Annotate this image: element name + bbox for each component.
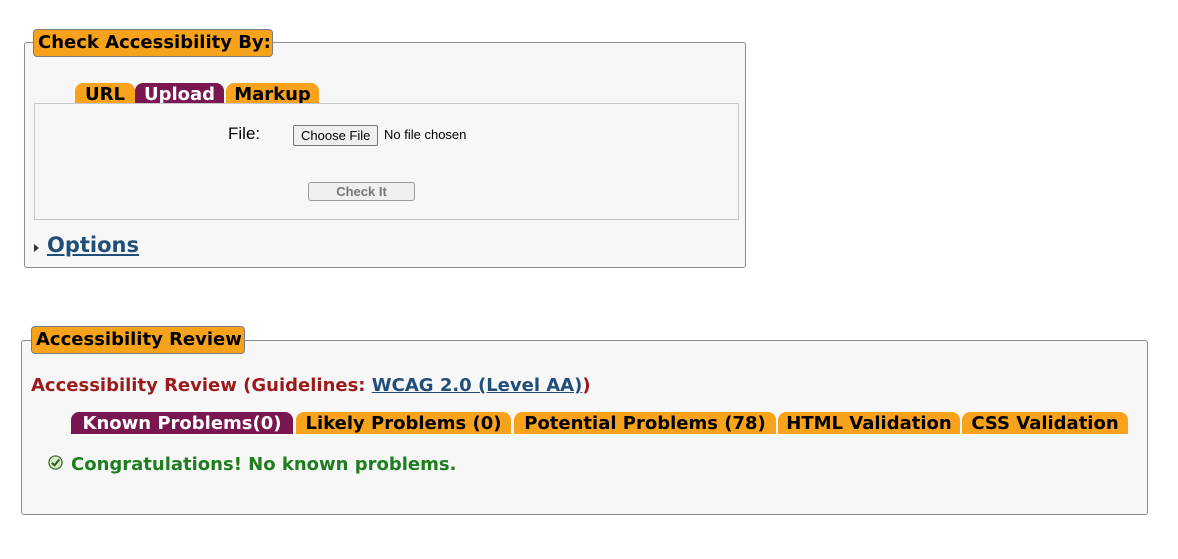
tab-markup[interactable]: Markup — [226, 83, 319, 105]
upload-panel — [34, 103, 739, 220]
tab-url[interactable]: URL — [75, 83, 135, 105]
tab-potential-problems[interactable]: Potential Problems (78) — [514, 412, 776, 434]
tab-html-validation[interactable]: HTML Validation — [778, 412, 960, 434]
review-heading-prefix: Accessibility Review (Guidelines: — [31, 375, 372, 396]
options-expand-arrow-icon[interactable] — [34, 244, 39, 252]
file-label: File: — [228, 124, 261, 143]
check-it-button[interactable]: Check It — [308, 182, 415, 201]
accessibility-review-legend: Accessibility Review — [31, 326, 245, 354]
tab-known-problems[interactable]: Known Problems(0) — [71, 412, 293, 434]
tab-css-validation[interactable]: CSS Validation — [962, 412, 1128, 434]
review-heading-suffix: ) — [582, 375, 591, 396]
tab-upload[interactable]: Upload — [135, 83, 224, 105]
no-file-chosen-text: No file chosen — [384, 127, 467, 142]
no-known-problems-message: Congratulations! No known problems. — [71, 454, 457, 475]
success-check-icon — [48, 455, 63, 470]
tab-likely-problems[interactable]: Likely Problems (0) — [296, 412, 511, 434]
wcag-guideline-link[interactable]: WCAG 2.0 (Level AA) — [372, 375, 583, 396]
options-link[interactable]: Options — [47, 233, 139, 257]
choose-file-button[interactable]: Choose File — [293, 125, 379, 146]
check-accessibility-legend: Check Accessibility By: — [33, 29, 273, 57]
review-heading: Accessibility Review (Guidelines: WCAG 2… — [31, 375, 591, 396]
